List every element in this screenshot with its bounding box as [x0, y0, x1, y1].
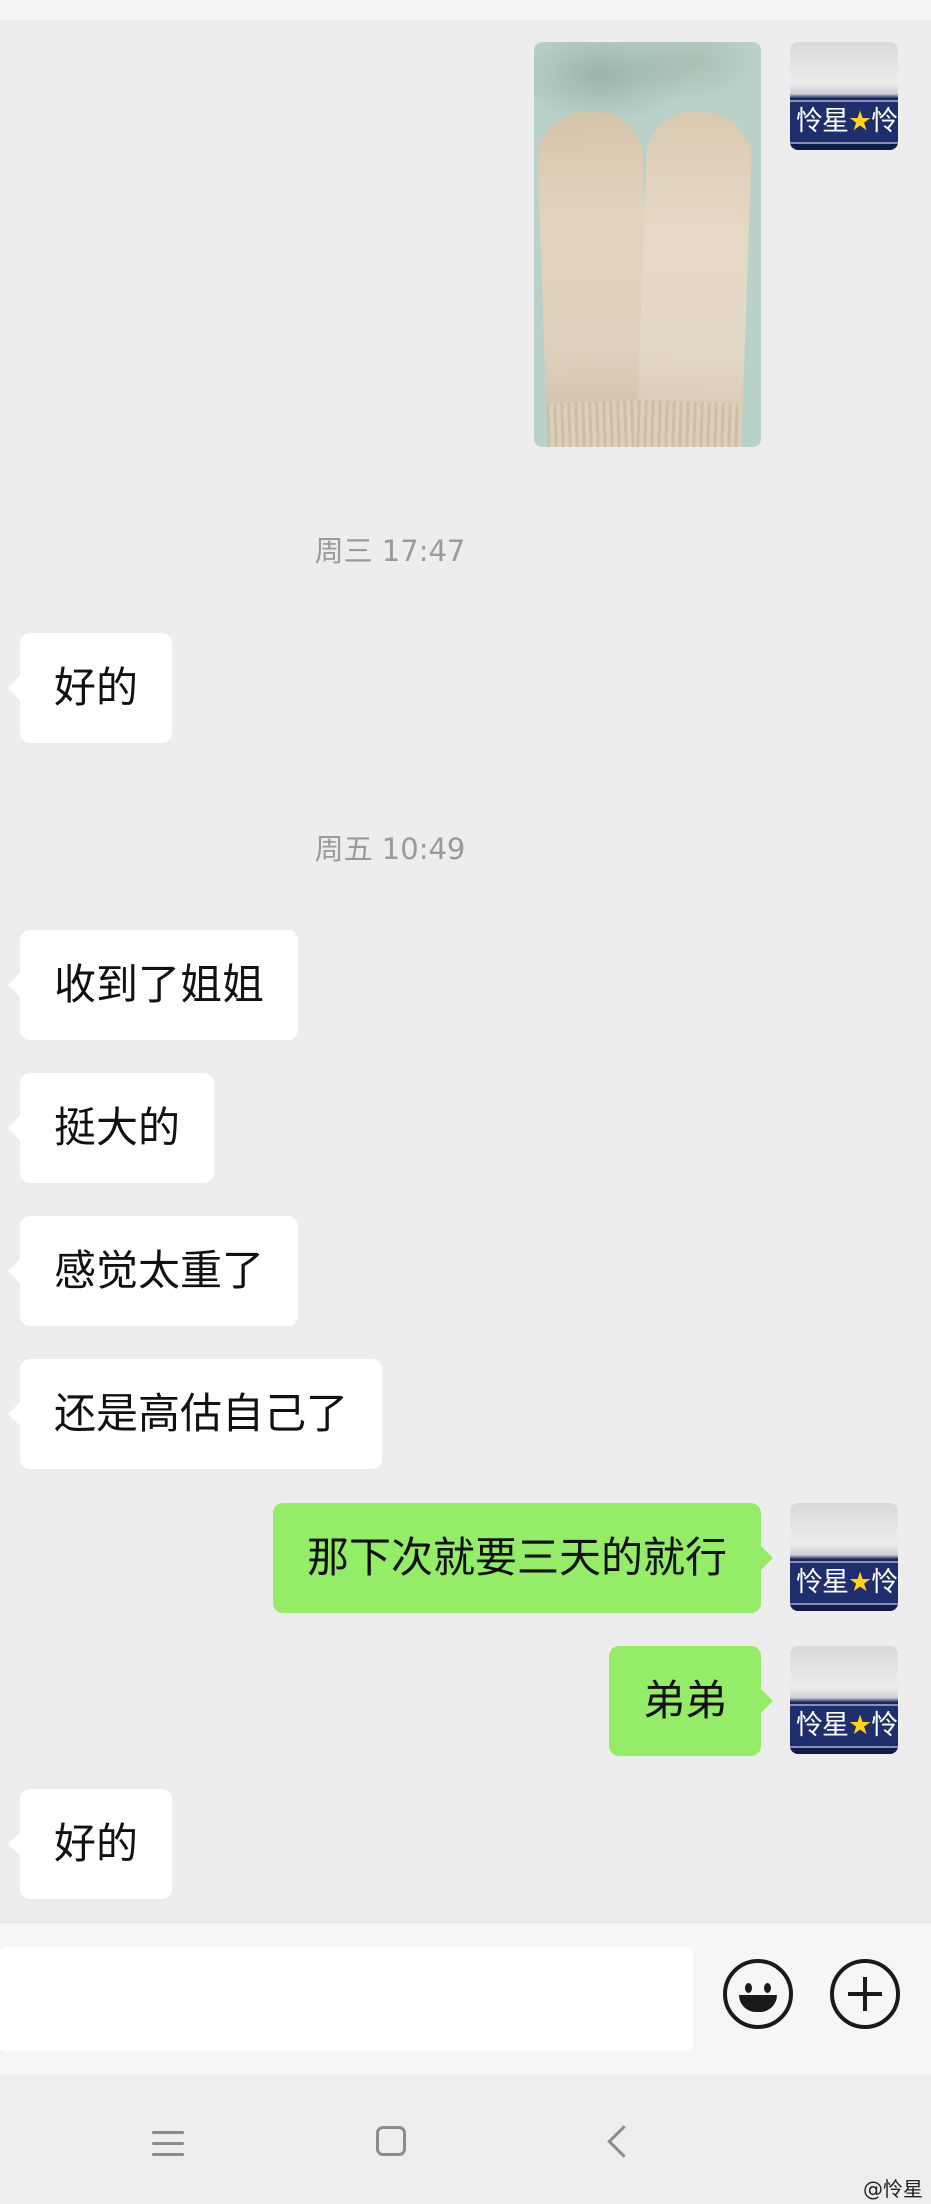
photo-sock-right [636, 110, 753, 447]
message-bubble-out[interactable]: 弟弟 [608, 1646, 774, 1756]
back-chevron-icon[interactable] [607, 2125, 640, 2158]
message-bubble-out[interactable]: 那下次就要三天的就行 [272, 1503, 774, 1613]
avatar[interactable]: 怜星★怜 [790, 1646, 898, 1754]
message-input[interactable] [0, 1947, 693, 2051]
message-bubble-in[interactable]: 感觉太重了 [7, 1216, 299, 1326]
avatar[interactable]: 怜星★怜 [790, 42, 898, 150]
star-icon: ★ [848, 1710, 872, 1741]
avatar-text-tail: 怜 [871, 1710, 898, 1741]
message-bubble-in[interactable]: 好的 [7, 1789, 173, 1899]
plus-circle-icon[interactable] [830, 1959, 900, 2029]
top-strip [0, 0, 931, 20]
avatar-text: 怜星 [796, 1567, 849, 1598]
message-bubble-in[interactable]: 挺大的 [7, 1073, 215, 1183]
system-nav-bar: @怜星 [0, 2074, 931, 2204]
timestamp: 周三 17:47 [314, 534, 466, 568]
avatar-text-tail: 怜 [871, 106, 898, 137]
avatar-text: 怜星 [796, 1710, 849, 1741]
timestamp: 周五 10:49 [314, 832, 466, 866]
avatar-text: 怜星 [796, 106, 849, 137]
watermark: @怜星 [863, 2177, 923, 2201]
menu-icon[interactable] [152, 2131, 184, 2164]
input-bar [0, 1922, 931, 2075]
star-icon: ★ [848, 106, 872, 137]
chat-area[interactable]: 怜星★怜 周三 17:47 好的 周五 10:49 收到了姐姐 挺大的 感觉太重… [0, 0, 931, 1922]
photo-sock-left [536, 110, 653, 447]
star-icon: ★ [848, 1567, 872, 1598]
home-square-icon[interactable] [376, 2126, 406, 2156]
message-bubble-in[interactable]: 还是高估自己了 [7, 1359, 383, 1469]
message-bubble-in[interactable]: 好的 [7, 633, 173, 743]
avatar-text-tail: 怜 [871, 1567, 898, 1598]
sent-photo[interactable] [534, 42, 761, 447]
message-bubble-in[interactable]: 收到了姐姐 [7, 930, 299, 1040]
avatar[interactable]: 怜星★怜 [790, 1503, 898, 1611]
smiley-icon[interactable] [723, 1959, 793, 2029]
